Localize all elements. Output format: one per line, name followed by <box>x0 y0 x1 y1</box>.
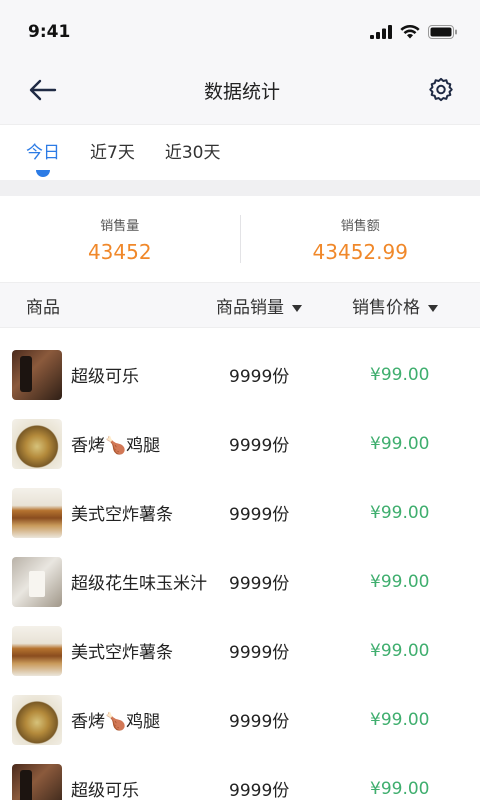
sales-volume-value: 43452 <box>87 239 152 264</box>
product-image <box>12 763 62 800</box>
nav-bar: 数据统计 <box>0 56 480 124</box>
product-price: ¥99.00 <box>370 502 430 523</box>
product-image <box>12 418 62 469</box>
status-time: 9:41 <box>28 22 71 42</box>
summary-panel: 销售量 43452 销售额 43452.99 <box>0 196 480 282</box>
tab-30-days[interactable]: 近30天 <box>165 138 221 167</box>
product-image <box>12 487 62 538</box>
product-name: 香烤🍗鸡腿 <box>71 436 161 456</box>
tab-7-days-label: 近7天 <box>90 143 135 163</box>
product-qty: 9999份 <box>229 436 290 456</box>
product-price: ¥99.00 <box>370 433 430 454</box>
gear-icon <box>429 77 453 102</box>
sales-amount-summary: 销售额 43452.99 <box>241 215 480 264</box>
header-sales-price[interactable]: 销售价格 <box>352 293 438 318</box>
active-tab-indicator <box>36 170 50 177</box>
product-price: ¥99.00 <box>370 778 430 799</box>
product-qty: 9999份 <box>229 643 290 663</box>
header-sales-qty[interactable]: 商品销量 <box>216 293 352 318</box>
product-image <box>12 694 62 745</box>
product-name: 超级可乐 <box>71 781 139 800</box>
product-name: 超级花生味玉米汁 <box>71 574 207 594</box>
table-row[interactable]: 香烤🍗鸡腿 9999份 ¥99.00 <box>0 409 480 478</box>
sales-volume-label: 销售量 <box>100 218 140 234</box>
table-row[interactable]: 美式空炸薯条 9999份 ¥99.00 <box>0 616 480 685</box>
product-name: 超级可乐 <box>71 367 139 387</box>
sales-amount-value: 43452.99 <box>312 239 408 264</box>
product-price: ¥99.00 <box>370 571 430 592</box>
product-list: 超级可乐 9999份 ¥99.00 香烤🍗鸡腿 9999份 ¥99.00 美式空… <box>0 328 480 800</box>
product-qty: 9999份 <box>229 781 290 800</box>
sort-caret-icon <box>428 304 438 312</box>
tab-today[interactable]: 今日 <box>26 138 60 177</box>
product-price: ¥99.00 <box>370 709 430 730</box>
settings-button[interactable] <box>424 73 458 107</box>
table-row[interactable]: 美式空炸薯条 9999份 ¥99.00 <box>0 478 480 547</box>
product-image <box>12 625 62 676</box>
status-bar: 9:41 <box>0 0 480 56</box>
product-name: 美式空炸薯条 <box>71 505 173 525</box>
product-name: 美式空炸薯条 <box>71 643 173 663</box>
tab-today-label: 今日 <box>26 143 60 163</box>
tab-30-days-label: 近30天 <box>164 143 221 163</box>
arrow-left-icon <box>29 79 57 101</box>
cellular-signal-icon <box>370 25 392 39</box>
sort-caret-icon <box>292 304 302 312</box>
page-title: 数据统计 <box>203 80 280 103</box>
period-tabs: 今日 近7天 近30天 <box>0 124 480 180</box>
product-image <box>12 349 62 400</box>
product-qty: 9999份 <box>229 367 290 387</box>
header-sales-qty-label: 商品销量 <box>216 297 284 318</box>
table-header: 商品 商品销量 销售价格 <box>0 282 480 328</box>
table-row[interactable]: 超级可乐 9999份 ¥99.00 <box>0 754 480 800</box>
product-qty: 9999份 <box>229 505 290 525</box>
product-image <box>12 556 62 607</box>
product-name: 香烤🍗鸡腿 <box>71 712 161 732</box>
product-price: ¥99.00 <box>370 364 430 385</box>
table-row[interactable]: 超级花生味玉米汁 9999份 ¥99.00 <box>0 547 480 616</box>
product-qty: 9999份 <box>229 574 290 594</box>
battery-icon <box>428 25 457 39</box>
sales-amount-label: 销售额 <box>340 218 380 234</box>
header-product: 商品 <box>26 297 60 318</box>
status-icons <box>370 25 458 39</box>
product-qty: 9999份 <box>229 712 290 732</box>
back-button[interactable] <box>26 73 60 107</box>
sales-volume-summary: 销售量 43452 <box>0 215 240 264</box>
section-divider <box>0 180 480 196</box>
table-row[interactable]: 香烤🍗鸡腿 9999份 ¥99.00 <box>0 685 480 754</box>
header-sales-price-label: 销售价格 <box>352 297 420 318</box>
tab-7-days[interactable]: 近7天 <box>90 138 135 167</box>
product-price: ¥99.00 <box>370 640 430 661</box>
wifi-icon <box>400 25 420 39</box>
table-row[interactable]: 超级可乐 9999份 ¥99.00 <box>0 340 480 409</box>
